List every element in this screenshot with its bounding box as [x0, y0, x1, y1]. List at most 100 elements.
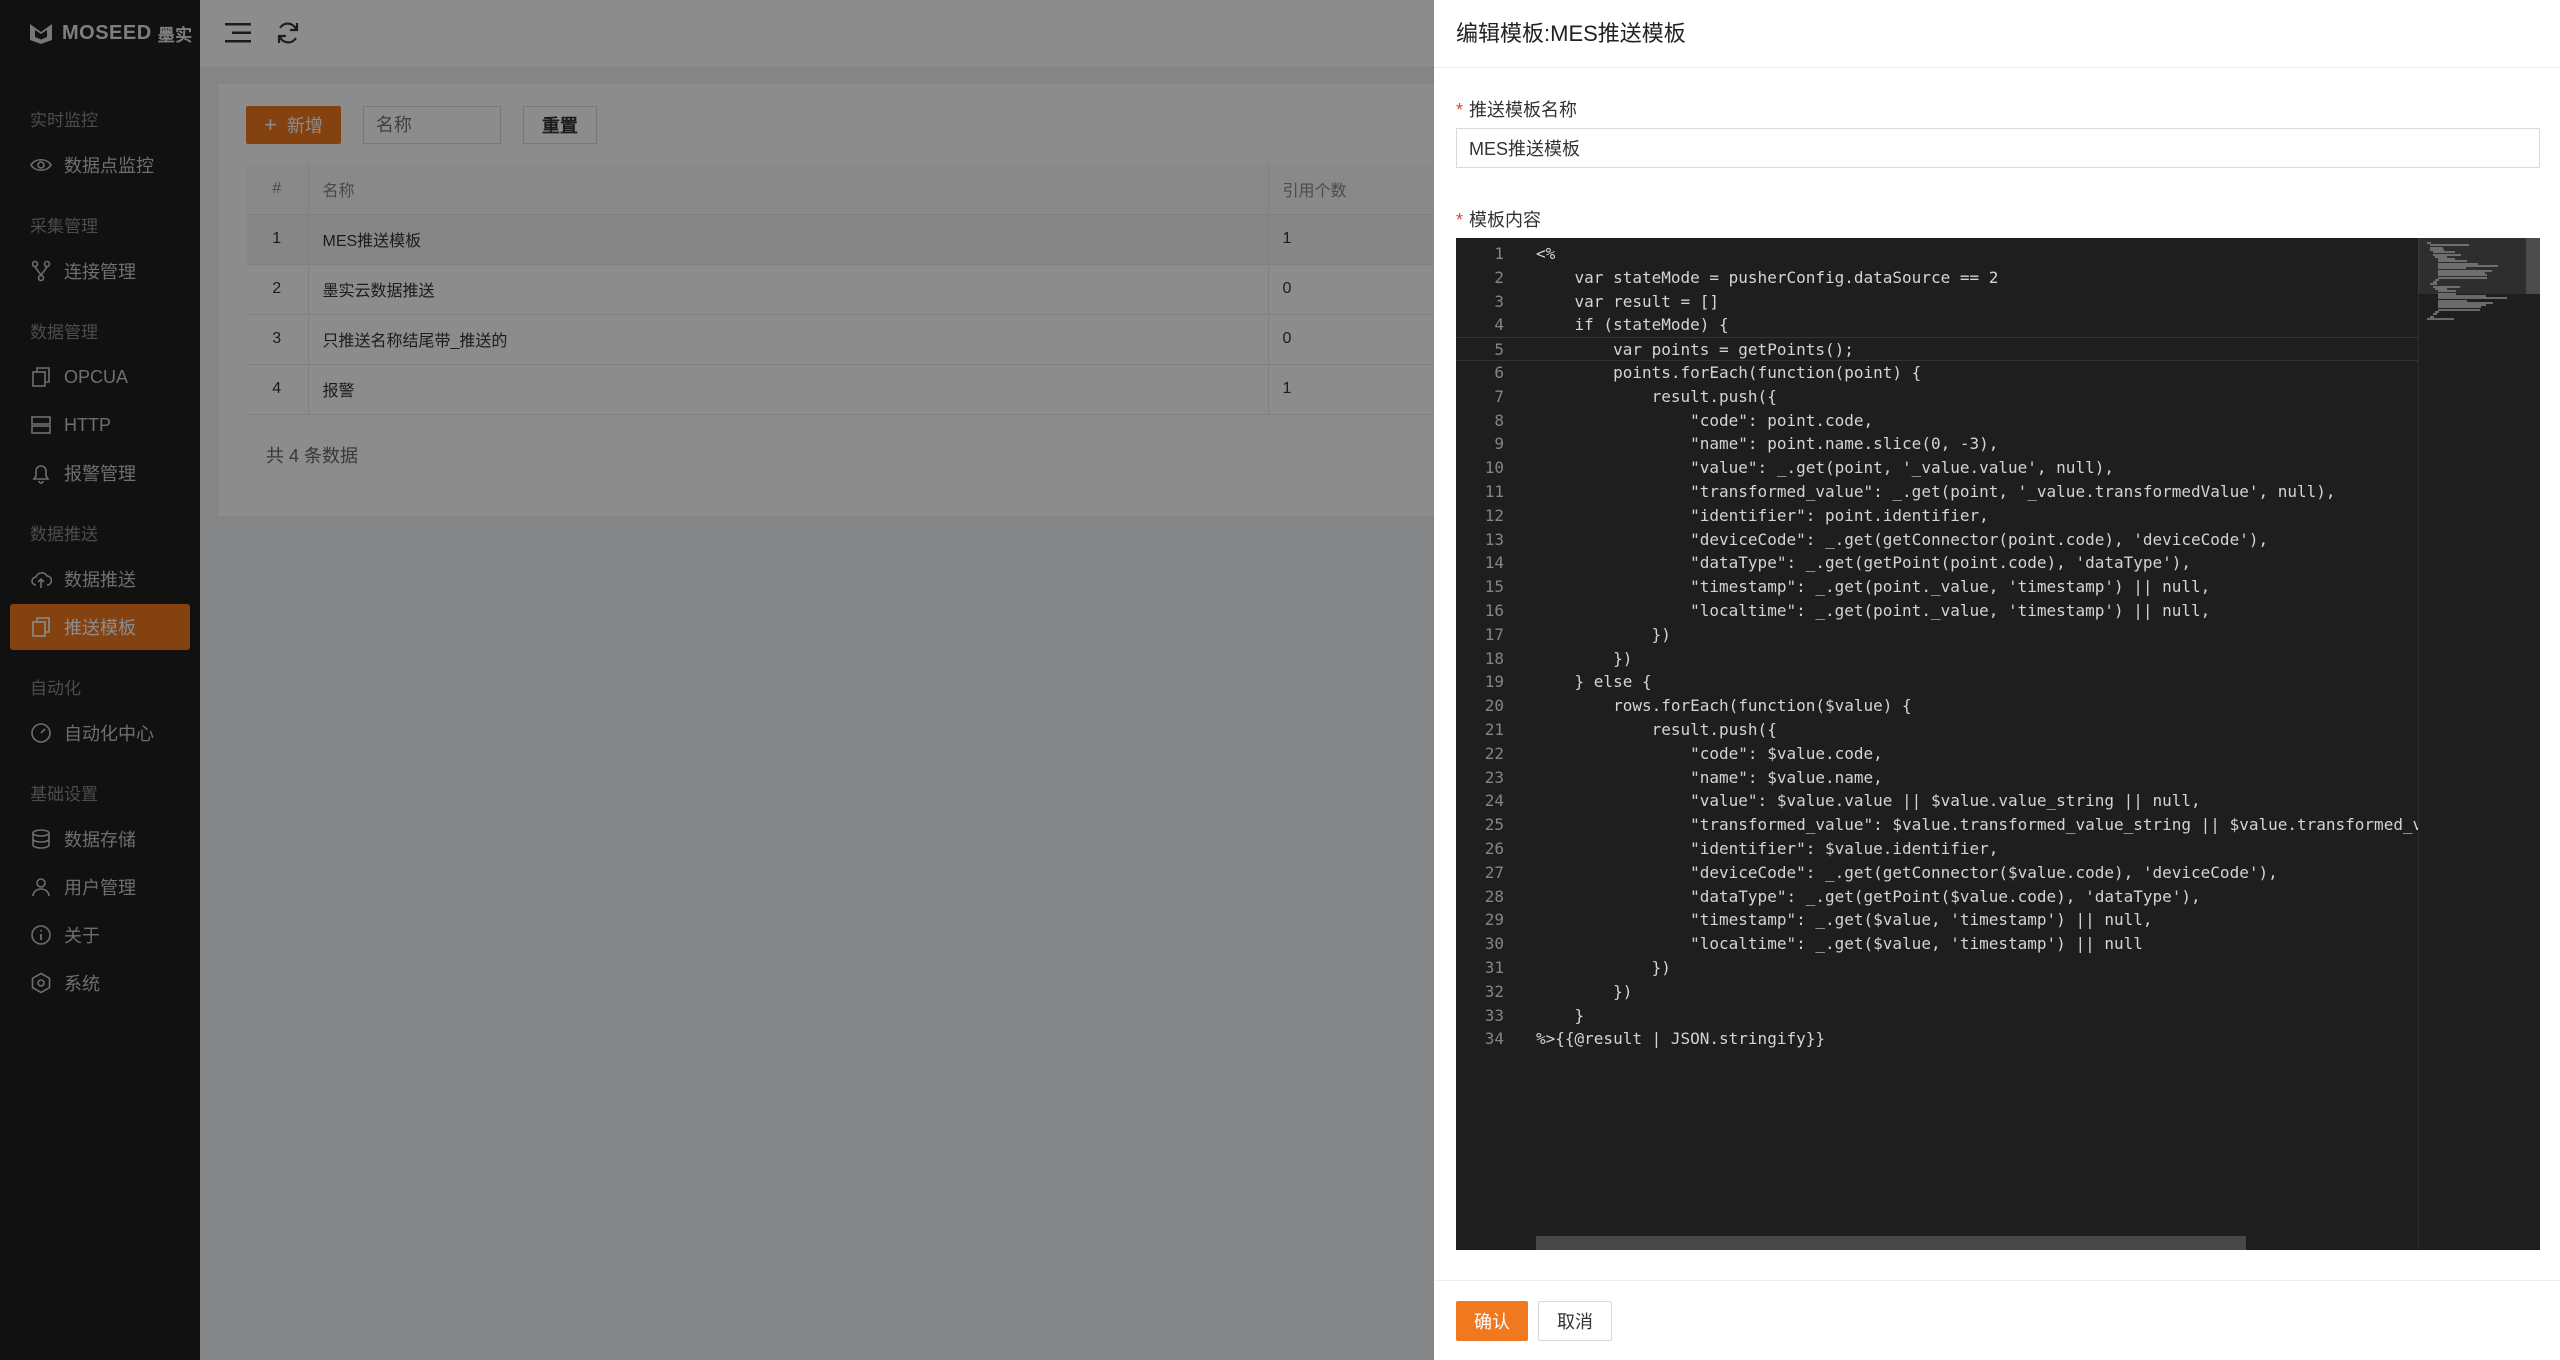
code-text: rows.forEach(function($value) { [1536, 696, 1912, 716]
minimap-line [2427, 317, 2454, 320]
code-text: "transformed_value": $value.transformed_… [1536, 815, 2423, 835]
code-line: 26 "identifier": $value.identifier, [1456, 837, 2422, 861]
code-text: }) [1536, 957, 1671, 977]
line-number: 22 [1484, 743, 1504, 763]
code-line: 30 "localtime": _.get($value, 'timestamp… [1456, 932, 2422, 956]
code-editor[interactable]: 1 <% 2 var stateMode = pusherConfig.dataSo… [1456, 238, 2540, 1250]
line-number: 27 [1484, 862, 1504, 882]
code-line: 2 var stateMode = pusherConfig.dataSourc… [1456, 266, 2422, 290]
editor-minimap[interactable] [2418, 238, 2540, 1250]
code-text: "dataType": _.get(getPoint(point.code), … [1536, 553, 2192, 573]
line-number: 32 [1484, 981, 1504, 1001]
code-line: 9 "name": point.name.slice(0, -3), [1456, 432, 2422, 456]
drawer-footer: 确认 取消 [1434, 1280, 2560, 1360]
code-line: 21 result.push({ [1456, 718, 2422, 742]
line-number: 16 [1484, 600, 1504, 620]
code-line: 14 "dataType": _.get(getPoint(point.code… [1456, 551, 2422, 575]
code-text: "name": $value.name, [1536, 767, 1883, 787]
code-line: 27 "deviceCode": _.get(getConnector($val… [1456, 861, 2422, 885]
code-text: "value": _.get(point, '_value.value', nu… [1536, 458, 2114, 478]
line-number: 23 [1484, 767, 1504, 787]
line-number: 9 [1494, 434, 1504, 454]
line-number: 18 [1484, 648, 1504, 668]
code-text: result.push({ [1536, 719, 1777, 739]
code-line: 29 "timestamp": _.get($value, 'timestamp… [1456, 908, 2422, 932]
code-line: 28 "dataType": _.get(getPoint($value.cod… [1456, 885, 2422, 909]
edit-template-drawer: 编辑模板:MES推送模板 *推送模板名称 *模板内容 1<%2 var stat… [1434, 0, 2560, 1360]
code-text: points.forEach(function(point) { [1536, 362, 1922, 382]
line-number: 14 [1484, 553, 1504, 573]
line-number: 31 [1484, 957, 1504, 977]
code-line: 1 <% [1456, 242, 2422, 266]
code-text: }) [1536, 648, 1633, 668]
template-name-input[interactable] [1456, 128, 2540, 168]
minimap-line [2438, 308, 2481, 311]
code-text: %>{{@result | JSON.stringify}} [1536, 1029, 1825, 1049]
line-number: 12 [1484, 505, 1504, 525]
line-number: 3 [1494, 291, 1504, 311]
code-line: 23 "name": $value.name, [1456, 766, 2422, 790]
line-number: 17 [1484, 624, 1504, 644]
template-name-label: * 推送模板名称 [1456, 96, 1577, 122]
line-number: 15 [1484, 577, 1504, 597]
code-text: "transformed_value": _.get(point, '_valu… [1536, 481, 2336, 501]
code-text: "localtime": _.get(point._value, 'timest… [1536, 600, 2211, 620]
line-number: 19 [1484, 672, 1504, 692]
cancel-button[interactable]: 取消 [1538, 1301, 1612, 1341]
code-line: 34 %>{{@result | JSON.stringify}} [1456, 1027, 2422, 1051]
code-text: "deviceCode": _.get(getConnector(point.c… [1536, 529, 2269, 549]
code-line: 15 "timestamp": _.get(point._value, 'tim… [1456, 575, 2422, 599]
required-mark: * [1456, 100, 1464, 120]
line-number: 5 [1494, 340, 1504, 360]
code-line: 19 } else { [1456, 670, 2422, 694]
code-line: 16 "localtime": _.get(point._value, 'tim… [1456, 599, 2422, 623]
code-line: 18 }) [1456, 647, 2422, 671]
code-text: } else { [1536, 672, 1652, 692]
line-number: 28 [1484, 886, 1504, 906]
code-text: "identifier": point.identifier, [1536, 505, 1989, 525]
code-text: "localtime": _.get($value, 'timestamp') … [1536, 934, 2143, 954]
line-number: 7 [1494, 386, 1504, 406]
code-line: 3 var result = [] [1456, 290, 2422, 314]
code-text: var result = [] [1536, 291, 1720, 311]
code-line: 31 }) [1456, 956, 2422, 980]
code-text: "value": $value.value || $value.value_st… [1536, 791, 2201, 811]
code-text: "code": $value.code, [1536, 743, 1883, 763]
template-name-label-text: 推送模板名称 [1469, 100, 1578, 120]
line-number: 10 [1484, 458, 1504, 478]
code-text: var stateMode = pusherConfig.dataSource … [1536, 267, 1999, 287]
code-text: }) [1536, 981, 1633, 1001]
line-number: 34 [1484, 1029, 1504, 1049]
code-text: "identifier": $value.identifier, [1536, 838, 1999, 858]
code-line: 6 points.forEach(function(point) { [1456, 361, 2422, 385]
line-number: 11 [1484, 481, 1504, 501]
line-number: 29 [1484, 910, 1504, 930]
code-text: var points = getPoints(); [1536, 340, 1854, 360]
code-text: result.push({ [1536, 386, 1777, 406]
code-line: 8 "code": point.code, [1456, 409, 2422, 433]
line-number: 25 [1484, 815, 1504, 835]
drawer-mask[interactable] [0, 0, 1434, 1360]
code-text: "dataType": _.get(getPoint($value.code),… [1536, 886, 2201, 906]
horizontal-scrollbar[interactable] [1536, 1236, 2246, 1250]
code-line: 17 }) [1456, 623, 2422, 647]
vertical-scrollbar[interactable] [2526, 238, 2540, 294]
line-number: 26 [1484, 838, 1504, 858]
line-number: 20 [1484, 696, 1504, 716]
code-text: "name": point.name.slice(0, -3), [1536, 434, 1999, 454]
code-text: } [1536, 1005, 1585, 1025]
line-number: 6 [1494, 362, 1504, 382]
required-mark: * [1456, 210, 1464, 230]
code-text: "timestamp": _.get($value, 'timestamp') … [1536, 910, 2153, 930]
code-line: 4 if (stateMode) { [1456, 313, 2422, 337]
line-number: 1 [1494, 244, 1504, 263]
code-text: "deviceCode": _.get(getConnector($value.… [1536, 862, 2278, 882]
template-content-label-text: 模板内容 [1469, 210, 1542, 230]
code-line: 7 result.push({ [1456, 385, 2422, 409]
confirm-button[interactable]: 确认 [1456, 1301, 1528, 1341]
code-text: if (stateMode) { [1536, 315, 1729, 335]
code-text: "code": point.code, [1536, 410, 1874, 430]
line-number: 2 [1494, 267, 1504, 287]
line-number: 8 [1494, 410, 1504, 430]
code-line: 13 "deviceCode": _.get(getConnector(poin… [1456, 528, 2422, 552]
